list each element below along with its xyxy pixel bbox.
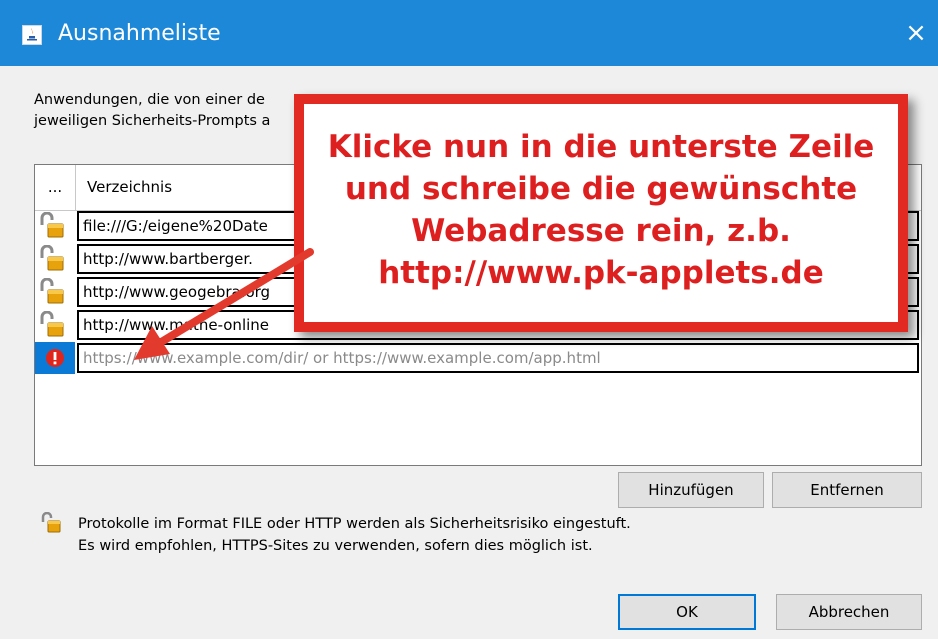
title-bar: Ausnahmeliste × <box>0 0 938 66</box>
unlocked-padlock-icon <box>37 277 73 306</box>
cancel-button[interactable]: Abbrechen <box>776 594 922 630</box>
unlocked-padlock-icon <box>37 244 73 273</box>
close-icon[interactable]: × <box>902 18 930 48</box>
column-header-directory[interactable]: Verzeichnis <box>87 165 172 210</box>
java-icon <box>22 25 42 45</box>
window-title: Ausnahmeliste <box>58 21 221 46</box>
error-icon <box>35 342 75 374</box>
security-warning-text: Protokolle im Format FILE oder HTTP werd… <box>78 516 631 554</box>
exception-list-dialog: Ausnahmeliste × Anwendungen, die von ein… <box>0 0 938 639</box>
unlocked-padlock-icon <box>40 511 62 534</box>
remove-button[interactable]: Entfernen <box>772 472 922 508</box>
ok-button[interactable]: OK <box>618 594 756 630</box>
unlocked-padlock-icon <box>37 310 73 339</box>
column-header-icon[interactable]: ... <box>35 165 76 210</box>
add-button[interactable]: Hinzufügen <box>618 472 764 508</box>
unlocked-padlock-icon <box>37 211 73 240</box>
new-url-row[interactable]: https://www.example.com/dir/ or https://… <box>35 342 921 374</box>
instruction-callout: Klicke nun in die unterste Zeile und sch… <box>294 94 908 332</box>
new-url-input[interactable]: https://www.example.com/dir/ or https://… <box>77 343 919 373</box>
